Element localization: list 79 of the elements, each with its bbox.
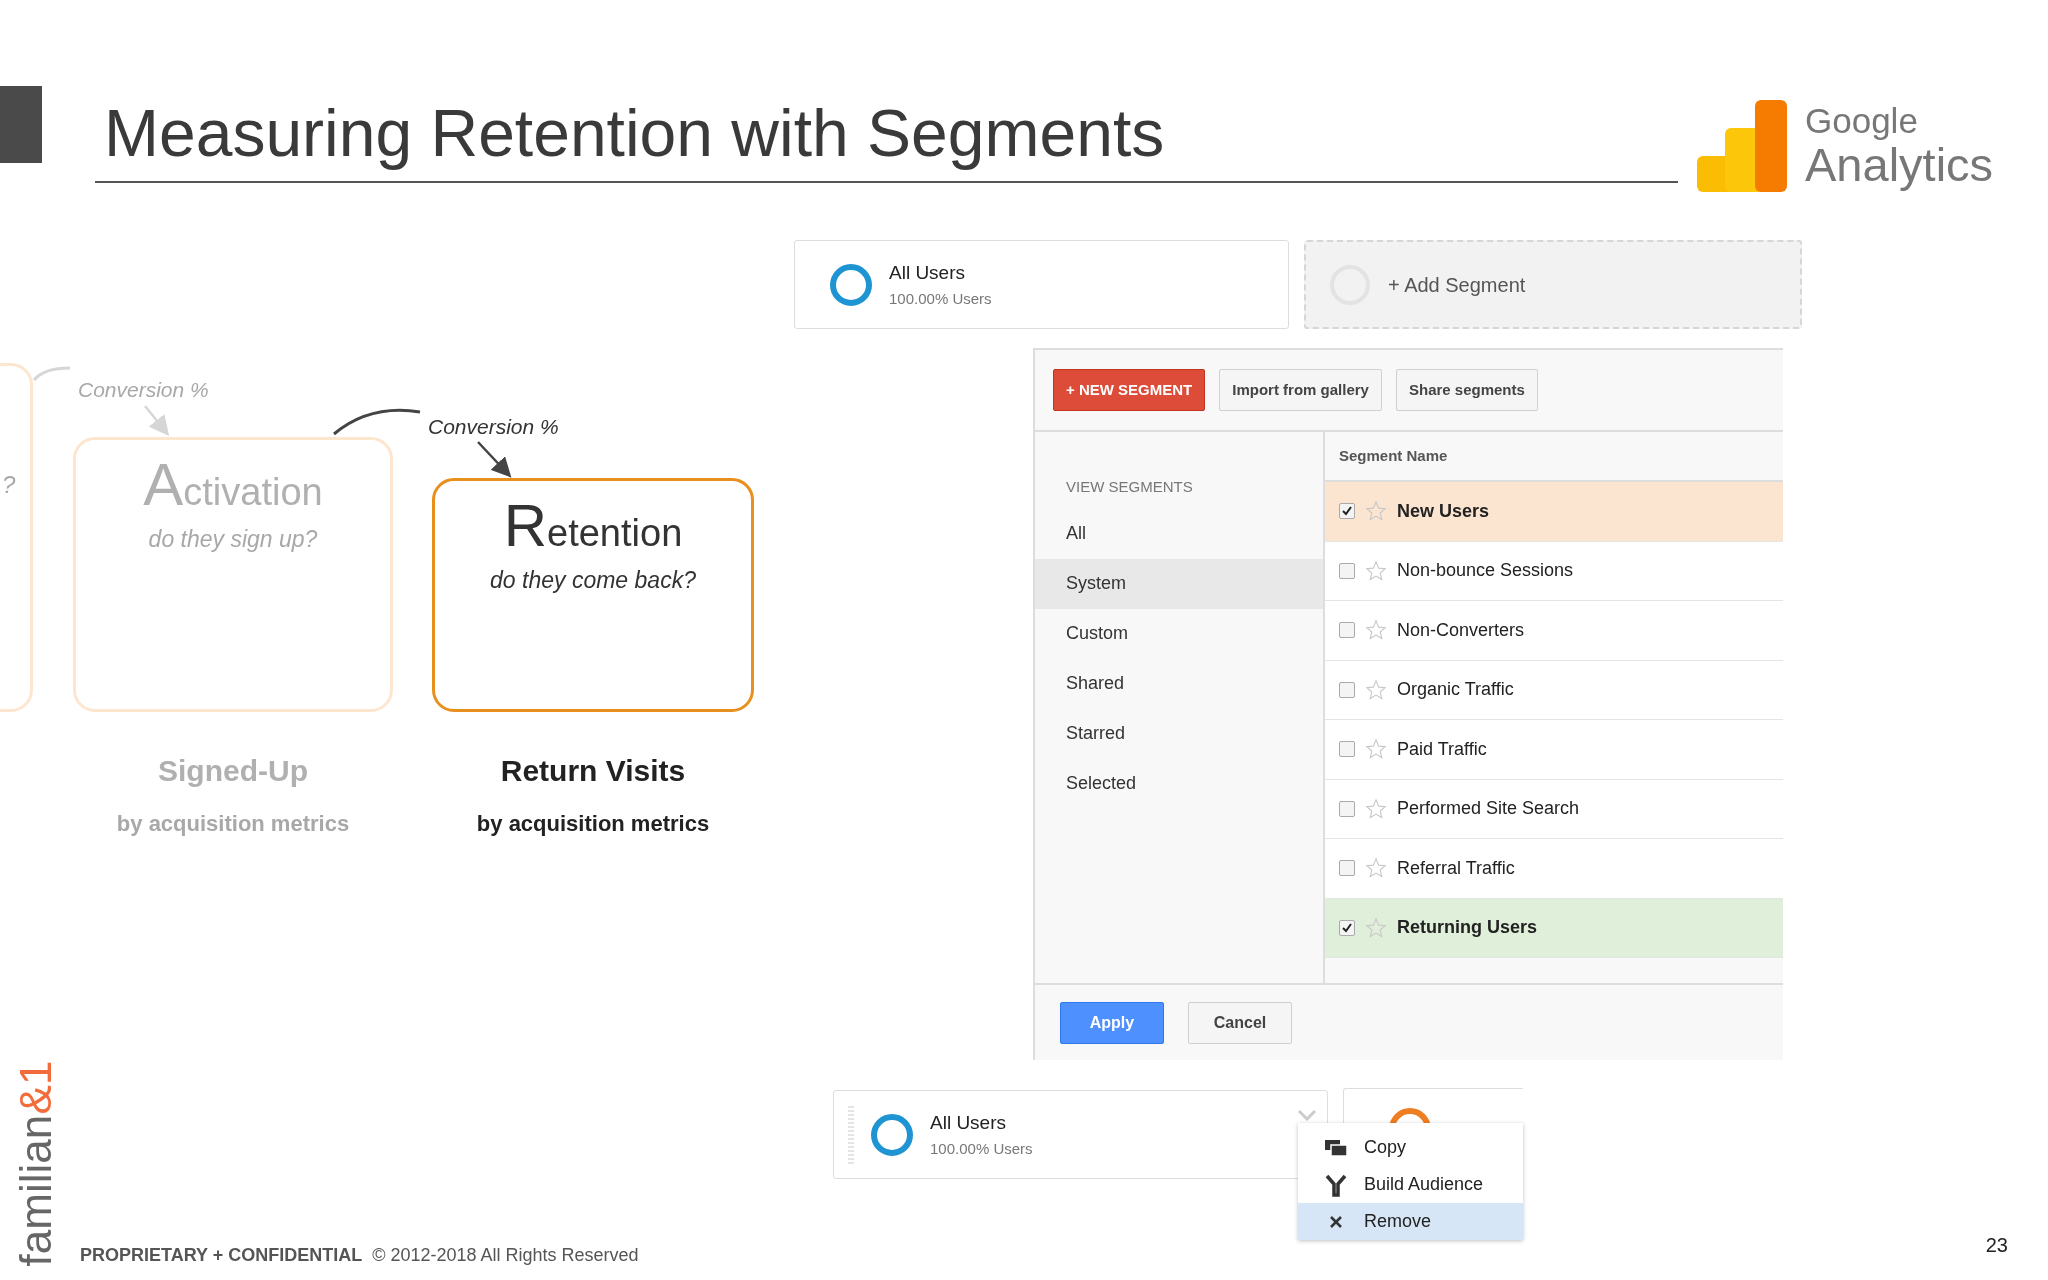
branch-icon <box>1324 1172 1348 1197</box>
dialog-button[interactable]: Cancel <box>1188 1001 1292 1044</box>
edge-text: ? <box>2 470 16 500</box>
page-number: 23 <box>1985 1233 2008 1258</box>
stage-subtitle: by acquisition metrics <box>116 810 350 838</box>
segment-name: Non-Converters <box>1397 618 1525 642</box>
segment-name: Non-bounce Sessions <box>1397 559 1574 583</box>
menu-item-label: Build Audience <box>1364 1173 1484 1196</box>
footer-copyright: © 2012-2018 All Rights Reserved <box>372 1244 639 1267</box>
segment-card[interactable]: All Users 100.00% Users <box>833 1090 1328 1179</box>
star-icon[interactable] <box>1365 857 1387 880</box>
brand-text: &1 <box>14 1060 58 1115</box>
nav-heading: VIEW SEGMENTS <box>1065 477 1194 497</box>
segment-row[interactable]: Non-Converters <box>1325 601 1783 661</box>
nav-item[interactable]: Shared <box>1035 658 1323 709</box>
checkbox[interactable] <box>1339 622 1355 639</box>
logo-text: Google <box>1805 102 1919 140</box>
stage-title: Activation <box>143 452 323 518</box>
star-icon[interactable] <box>1365 738 1387 761</box>
toolbar-button[interactable]: + NEW SEGMENT <box>1053 369 1206 411</box>
star-icon[interactable] <box>1365 500 1387 523</box>
brand-text: familian <box>14 1114 58 1266</box>
checkbox[interactable] <box>1339 860 1355 877</box>
stage-metric: Signed-Up <box>158 753 308 789</box>
segment-share: 100.00% Users <box>889 288 992 309</box>
menu-item[interactable]: Remove <box>1298 1203 1523 1240</box>
segment-card[interactable]: All Users 100.00% Users <box>794 240 1289 329</box>
checkbox[interactable] <box>1339 800 1355 817</box>
conversion-label: Conversion % <box>78 377 209 403</box>
chevron-icon[interactable] <box>1297 1109 1317 1121</box>
slide-title: Measuring Retention with Segments <box>104 95 1165 172</box>
checkbox[interactable] <box>1339 562 1355 579</box>
nav-item[interactable]: System <box>1035 558 1323 609</box>
star-icon[interactable] <box>1365 678 1387 701</box>
segment-row[interactable]: New Users <box>1325 482 1783 542</box>
segment-name: New Users <box>1397 499 1490 523</box>
segment-name: Organic Traffic <box>1397 678 1514 702</box>
conversion-label: Conversion % <box>428 414 559 440</box>
nav-item[interactable]: Custom <box>1035 608 1323 659</box>
star-icon[interactable] <box>1365 797 1387 820</box>
logo-text: Analytics <box>1805 139 1994 190</box>
toolbar-button[interactable]: Import from gallery <box>1219 369 1382 411</box>
nav-item[interactable]: All <box>1035 508 1323 559</box>
stage-subtitle: by acquisition metrics <box>476 810 710 838</box>
close-icon <box>1328 1213 1344 1230</box>
segment-name: Paid Traffic <box>1397 737 1487 761</box>
star-icon[interactable] <box>1365 619 1387 642</box>
toolbar-button[interactable]: Share segments <box>1395 369 1538 411</box>
footer-label: PROPRIETARY + CONFIDENTIAL <box>80 1244 363 1267</box>
checkbox[interactable] <box>1339 681 1355 698</box>
add-segment-button[interactable]: + Add Segment <box>1304 240 1802 329</box>
copy-icon <box>1324 1137 1348 1158</box>
star-icon[interactable] <box>1365 559 1387 582</box>
segment-name: Performed Site Search <box>1397 797 1580 821</box>
nav-item[interactable]: Selected <box>1035 758 1323 809</box>
segment-name: Referral Traffic <box>1397 856 1515 880</box>
checkbox[interactable] <box>1339 919 1355 936</box>
segment-share: 100.00% Users <box>930 1138 1034 1159</box>
menu-item-label: Copy <box>1364 1136 1407 1159</box>
segment-row[interactable]: Referral Traffic <box>1325 839 1783 899</box>
stage-question: do they come back? <box>490 566 696 595</box>
segment-row[interactable]: Organic Traffic <box>1325 660 1783 720</box>
segment-name: All Users <box>930 1111 1007 1135</box>
segment-row[interactable]: Paid Traffic <box>1325 720 1783 780</box>
segment-name: Returning Users <box>1397 916 1538 940</box>
stage-question: do they sign up? <box>148 525 318 554</box>
drag-handle-icon <box>848 1104 854 1165</box>
analytics-logo-icon <box>1697 100 1787 192</box>
stage-metric: Return Visits <box>500 753 686 789</box>
nav-item[interactable]: Starred <box>1035 708 1323 759</box>
segment-row[interactable]: Returning Users <box>1325 898 1783 958</box>
checkbox[interactable] <box>1339 503 1355 520</box>
star-icon[interactable] <box>1365 916 1387 939</box>
segment-row[interactable]: Non-bounce Sessions <box>1325 541 1783 601</box>
checkbox[interactable] <box>1339 741 1355 758</box>
segment-row[interactable]: Performed Site Search <box>1325 779 1783 839</box>
stage-title: Retention <box>503 493 683 559</box>
menu-item-label: Remove <box>1364 1210 1432 1233</box>
segment-name: All Users <box>889 261 966 285</box>
